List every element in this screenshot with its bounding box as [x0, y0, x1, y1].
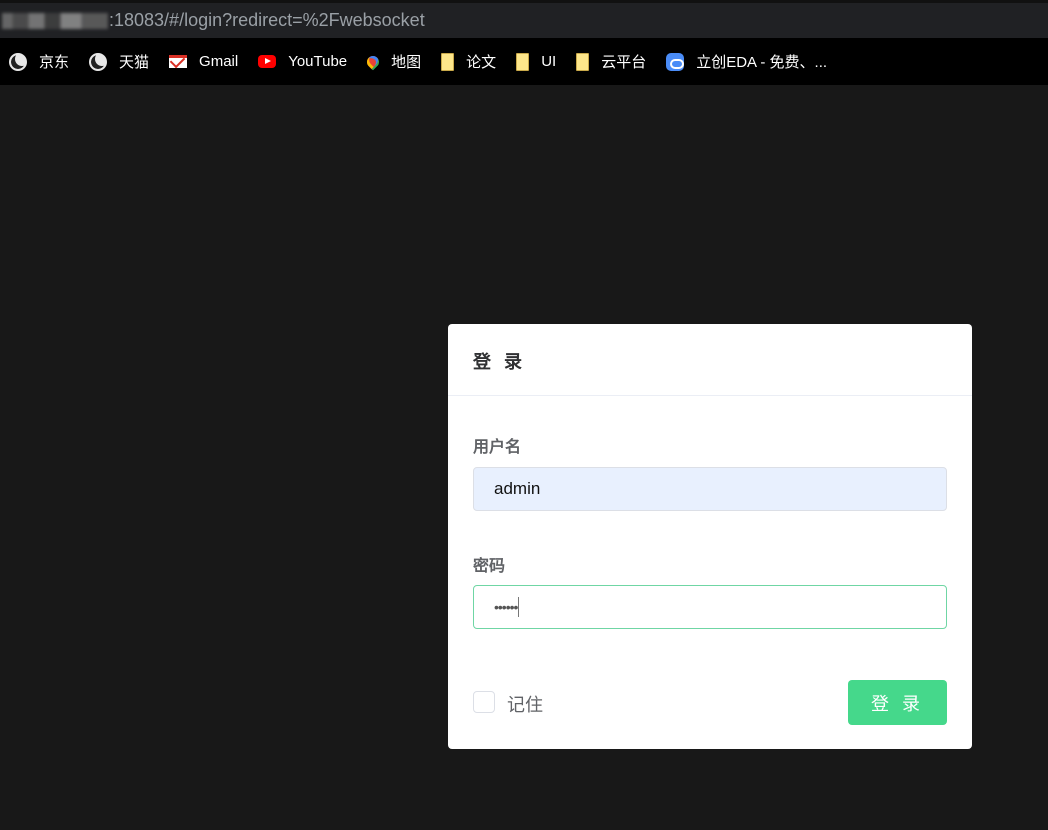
bookmark-label: 立创EDA - 免费、... — [696, 54, 828, 71]
url-text[interactable]: :18083/#/login?redirect=%2Fwebsocket — [2, 10, 425, 31]
bookmarks-bar: 京东 天猫 Gmail YouTube 地图 论文 UI 云平台 立创EDA -… — [0, 38, 1048, 85]
globe-icon — [9, 52, 27, 71]
youtube-icon — [258, 55, 277, 68]
bookmark-label: 云平台 — [601, 54, 647, 71]
bookmark-folder-cloud[interactable]: 云平台 — [576, 51, 646, 72]
username-label: 用户名 — [473, 439, 522, 456]
url-visible: :18083/#/login?redirect=%2Fwebsocket — [109, 10, 425, 30]
bookmark-label: YouTube — [288, 53, 348, 70]
bookmark-label: 地图 — [391, 54, 422, 71]
password-input[interactable]: •••••• — [473, 585, 947, 629]
bookmark-folder-ui[interactable]: UI — [516, 52, 557, 71]
bookmark-label: 京东 — [39, 54, 70, 71]
bookmark-jd[interactable]: 京东 — [9, 51, 69, 72]
gmail-icon — [169, 55, 188, 68]
text-caret — [518, 597, 520, 617]
remember-checkbox[interactable] — [473, 691, 495, 713]
bookmark-label: 论文 — [466, 54, 497, 71]
maps-pin-icon — [364, 53, 382, 70]
bookmark-folder-papers[interactable]: 论文 — [441, 51, 496, 72]
password-value: •••••• — [494, 599, 518, 615]
folder-icon — [516, 52, 530, 71]
bookmark-label: UI — [541, 53, 557, 70]
username-value: admin — [494, 479, 541, 498]
login-title: 登 录 — [448, 324, 972, 396]
username-input[interactable]: admin — [473, 467, 947, 511]
login-button[interactable]: 登 录 — [848, 680, 947, 725]
bookmark-tmall[interactable]: 天猫 — [89, 51, 149, 72]
login-card: 登 录 用户名 admin 密码 •••••• 记住 登 录 — [448, 324, 972, 749]
bookmark-maps[interactable]: 地图 — [364, 51, 422, 72]
bookmark-youtube[interactable]: YouTube — [258, 53, 347, 70]
bookmark-eda[interactable]: 立创EDA - 免费、... — [666, 51, 827, 72]
remember-label[interactable]: 记住 — [507, 691, 543, 717]
folder-icon — [576, 52, 590, 71]
password-label: 密码 — [473, 558, 506, 575]
eda-cloud-icon — [666, 52, 685, 71]
bookmark-gmail[interactable]: Gmail — [169, 53, 238, 70]
bookmark-label: Gmail — [199, 53, 239, 70]
bookmark-label: 天猫 — [119, 54, 150, 71]
address-bar[interactable]: :18083/#/login?redirect=%2Fwebsocket — [0, 0, 1048, 38]
folder-icon — [441, 52, 455, 71]
globe-icon — [89, 52, 108, 71]
blurred-host — [2, 12, 108, 29]
